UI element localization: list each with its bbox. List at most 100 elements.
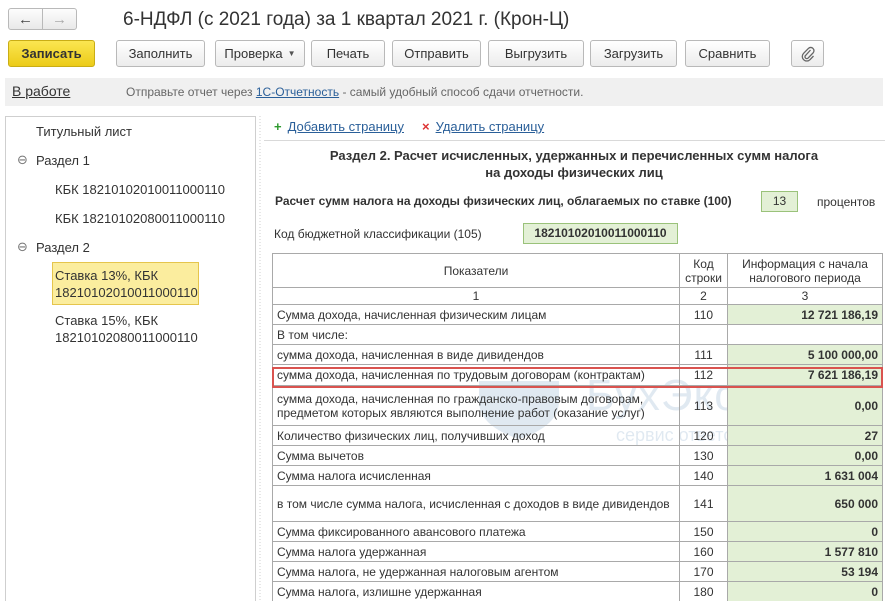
row-value[interactable]: 1 577 810: [727, 541, 883, 562]
row-value[interactable]: 27: [727, 425, 883, 446]
caret-down-icon: ▼: [287, 49, 296, 58]
collapse-icon[interactable]: ⊖: [17, 239, 28, 255]
table-row: сумма дохода, начисленная по гражданско-…: [272, 385, 883, 426]
tree-item-s2-rate13[interactable]: Ставка 13%, КБК 18210102010011000110: [55, 267, 198, 301]
row-label: Сумма налога удержанная: [272, 541, 680, 562]
info-text-after: - самый удобный способ сдачи отчетности.: [342, 85, 584, 99]
table-row: в том числе сумма налога, исчисленная с …: [272, 485, 883, 522]
row-code: 140: [679, 465, 728, 486]
add-page-action[interactable]: + Добавить страницу: [274, 119, 404, 134]
header-code-line1: Код: [693, 256, 714, 271]
toolbar: Записать Заполнить Проверка ▼ Печать Отп…: [0, 40, 885, 70]
print-button[interactable]: Печать: [311, 40, 385, 67]
row-value[interactable]: 650 000: [727, 485, 883, 522]
reporting-link[interactable]: 1С-Отчетность: [256, 85, 339, 99]
row-value[interactable]: 7 621 186,19: [727, 364, 883, 386]
send-button[interactable]: Отправить: [392, 40, 481, 67]
table-row: Сумма налога исчисленная 140 1 631 004: [272, 465, 883, 486]
section-title-line1: Раздел 2. Расчет исчисленных, удержанных…: [329, 148, 819, 163]
add-page-link[interactable]: Добавить страницу: [288, 119, 404, 134]
tree-item-line: 18210102080011000110: [55, 330, 198, 345]
row-code: 112: [679, 364, 728, 386]
row-value[interactable]: 12 721 186,19: [727, 304, 883, 325]
table-row-highlighted: сумма дохода, начисленная по трудовым до…: [272, 364, 883, 386]
tree-item-section2[interactable]: Раздел 2: [36, 240, 90, 255]
check-button-label: Проверка: [224, 46, 283, 61]
panel-splitter[interactable]: [256, 116, 264, 601]
tree-item-section1[interactable]: Раздел 1: [36, 153, 90, 168]
table-row: сумма дохода, начисленная в виде дивиден…: [272, 344, 883, 365]
row-label: сумма дохода, начисленная в виде дивиден…: [272, 344, 680, 365]
row-label: Сумма налога, не удержанная налоговым аг…: [272, 561, 680, 582]
row-label: сумма дохода, начисленная по трудовым до…: [272, 364, 680, 386]
check-dropdown-button[interactable]: Проверка ▼: [215, 40, 305, 67]
status-link[interactable]: В работе: [12, 83, 70, 99]
tree-item-s1-kbk1[interactable]: КБК 18210102010011000110: [55, 182, 225, 197]
rate-label: Расчет сумм налога на доходы физических …: [275, 194, 732, 208]
splitter-dots: [259, 116, 261, 601]
row-code: 170: [679, 561, 728, 582]
table-row: Сумма налога удержанная 160 1 577 810: [272, 541, 883, 562]
compare-button[interactable]: Сравнить: [685, 40, 770, 67]
delete-page-link[interactable]: Удалить страницу: [436, 119, 545, 134]
row-value[interactable]: 0: [727, 521, 883, 542]
header-info-line1: Информация с начала: [742, 256, 868, 271]
plus-icon: +: [274, 119, 282, 134]
form-panel: + Добавить страницу × Удалить страницу Раз…: [264, 116, 885, 601]
delete-page-action[interactable]: × Удалить страницу: [422, 119, 544, 134]
page-actions-bar: + Добавить страницу × Удалить страницу: [264, 116, 885, 141]
collapse-icon[interactable]: ⊖: [17, 152, 28, 168]
row-code: 110: [679, 304, 728, 325]
rate-field[interactable]: 13: [761, 191, 798, 212]
row-value[interactable]: 0: [727, 581, 883, 601]
rate-unit: процентов: [817, 195, 876, 209]
section-tree: Титульный лист ⊖ Раздел 1 КБК 1821010201…: [5, 116, 256, 601]
info-text: Отправьте отчет через 1С-Отчетность - са…: [126, 85, 583, 99]
header-indicator: Показатели: [272, 253, 680, 288]
row-label: Сумма налога исчисленная: [272, 465, 680, 486]
row-value[interactable]: 1 631 004: [727, 465, 883, 486]
table-colnum-row: 1 2 3: [272, 287, 883, 305]
row-value[interactable]: 0,00: [727, 445, 883, 466]
tree-item-title-page[interactable]: Титульный лист: [36, 124, 132, 139]
header-code-line2: строки: [685, 270, 722, 285]
save-button[interactable]: Записать: [8, 40, 95, 67]
attach-button[interactable]: [791, 40, 824, 67]
row-code: 150: [679, 521, 728, 542]
row-code: 160: [679, 541, 728, 562]
row-code: 120: [679, 425, 728, 446]
row-code: 130: [679, 445, 728, 466]
info-bar: В работе Отправьте отчет через 1С-Отчетн…: [5, 78, 883, 106]
import-button[interactable]: Загрузить: [590, 40, 677, 67]
back-button[interactable]: ←: [8, 8, 43, 30]
delete-x-icon: ×: [422, 119, 430, 134]
row-code: 141: [679, 485, 728, 522]
fill-button[interactable]: Заполнить: [116, 40, 205, 67]
table-row: Сумма дохода, начисленная физическим лиц…: [272, 304, 883, 325]
arrow-left-icon: ←: [18, 10, 33, 28]
row-code: 111: [679, 344, 728, 365]
header-info-line2: налогового периода: [749, 270, 861, 285]
colnum-3: 3: [727, 287, 883, 305]
forward-button[interactable]: →: [42, 8, 77, 30]
row-label: Сумма фиксированного авансового платежа: [272, 521, 680, 542]
tree-item-s2-rate15[interactable]: Ставка 15%, КБК 18210102080011000110: [55, 312, 198, 346]
tree-item-s1-kbk2[interactable]: КБК 18210102080011000110: [55, 211, 225, 226]
row-code: 180: [679, 581, 728, 601]
row-value[interactable]: 5 100 000,00: [727, 344, 883, 365]
paperclip-icon: [801, 46, 815, 62]
table-row: Сумма налога, излишне удержанная 180 0: [272, 581, 883, 601]
table-row: Количество физических лиц, получивших до…: [272, 425, 883, 446]
export-button[interactable]: Выгрузить: [488, 40, 584, 67]
row-value[interactable]: 53 194: [727, 561, 883, 582]
row-label: Сумма налога, излишне удержанная: [272, 581, 680, 601]
row-label: Количество физических лиц, получивших до…: [272, 425, 680, 446]
window-title: 6-НДФЛ (с 2021 года) за 1 квартал 2021 г…: [123, 9, 570, 30]
tree-item-line: Ставка 15%, КБК: [55, 313, 159, 328]
kbk-field[interactable]: 18210102010011000110: [523, 223, 678, 244]
title-bar: ← → 6-НДФЛ (с 2021 года) за 1 квартал 20…: [0, 0, 885, 38]
row-code: [679, 324, 728, 345]
row-value[interactable]: 0,00: [727, 385, 883, 426]
row-label: в том числе сумма налога, исчисленная с …: [272, 485, 680, 522]
tree-item-line: 18210102010011000110: [55, 285, 198, 300]
